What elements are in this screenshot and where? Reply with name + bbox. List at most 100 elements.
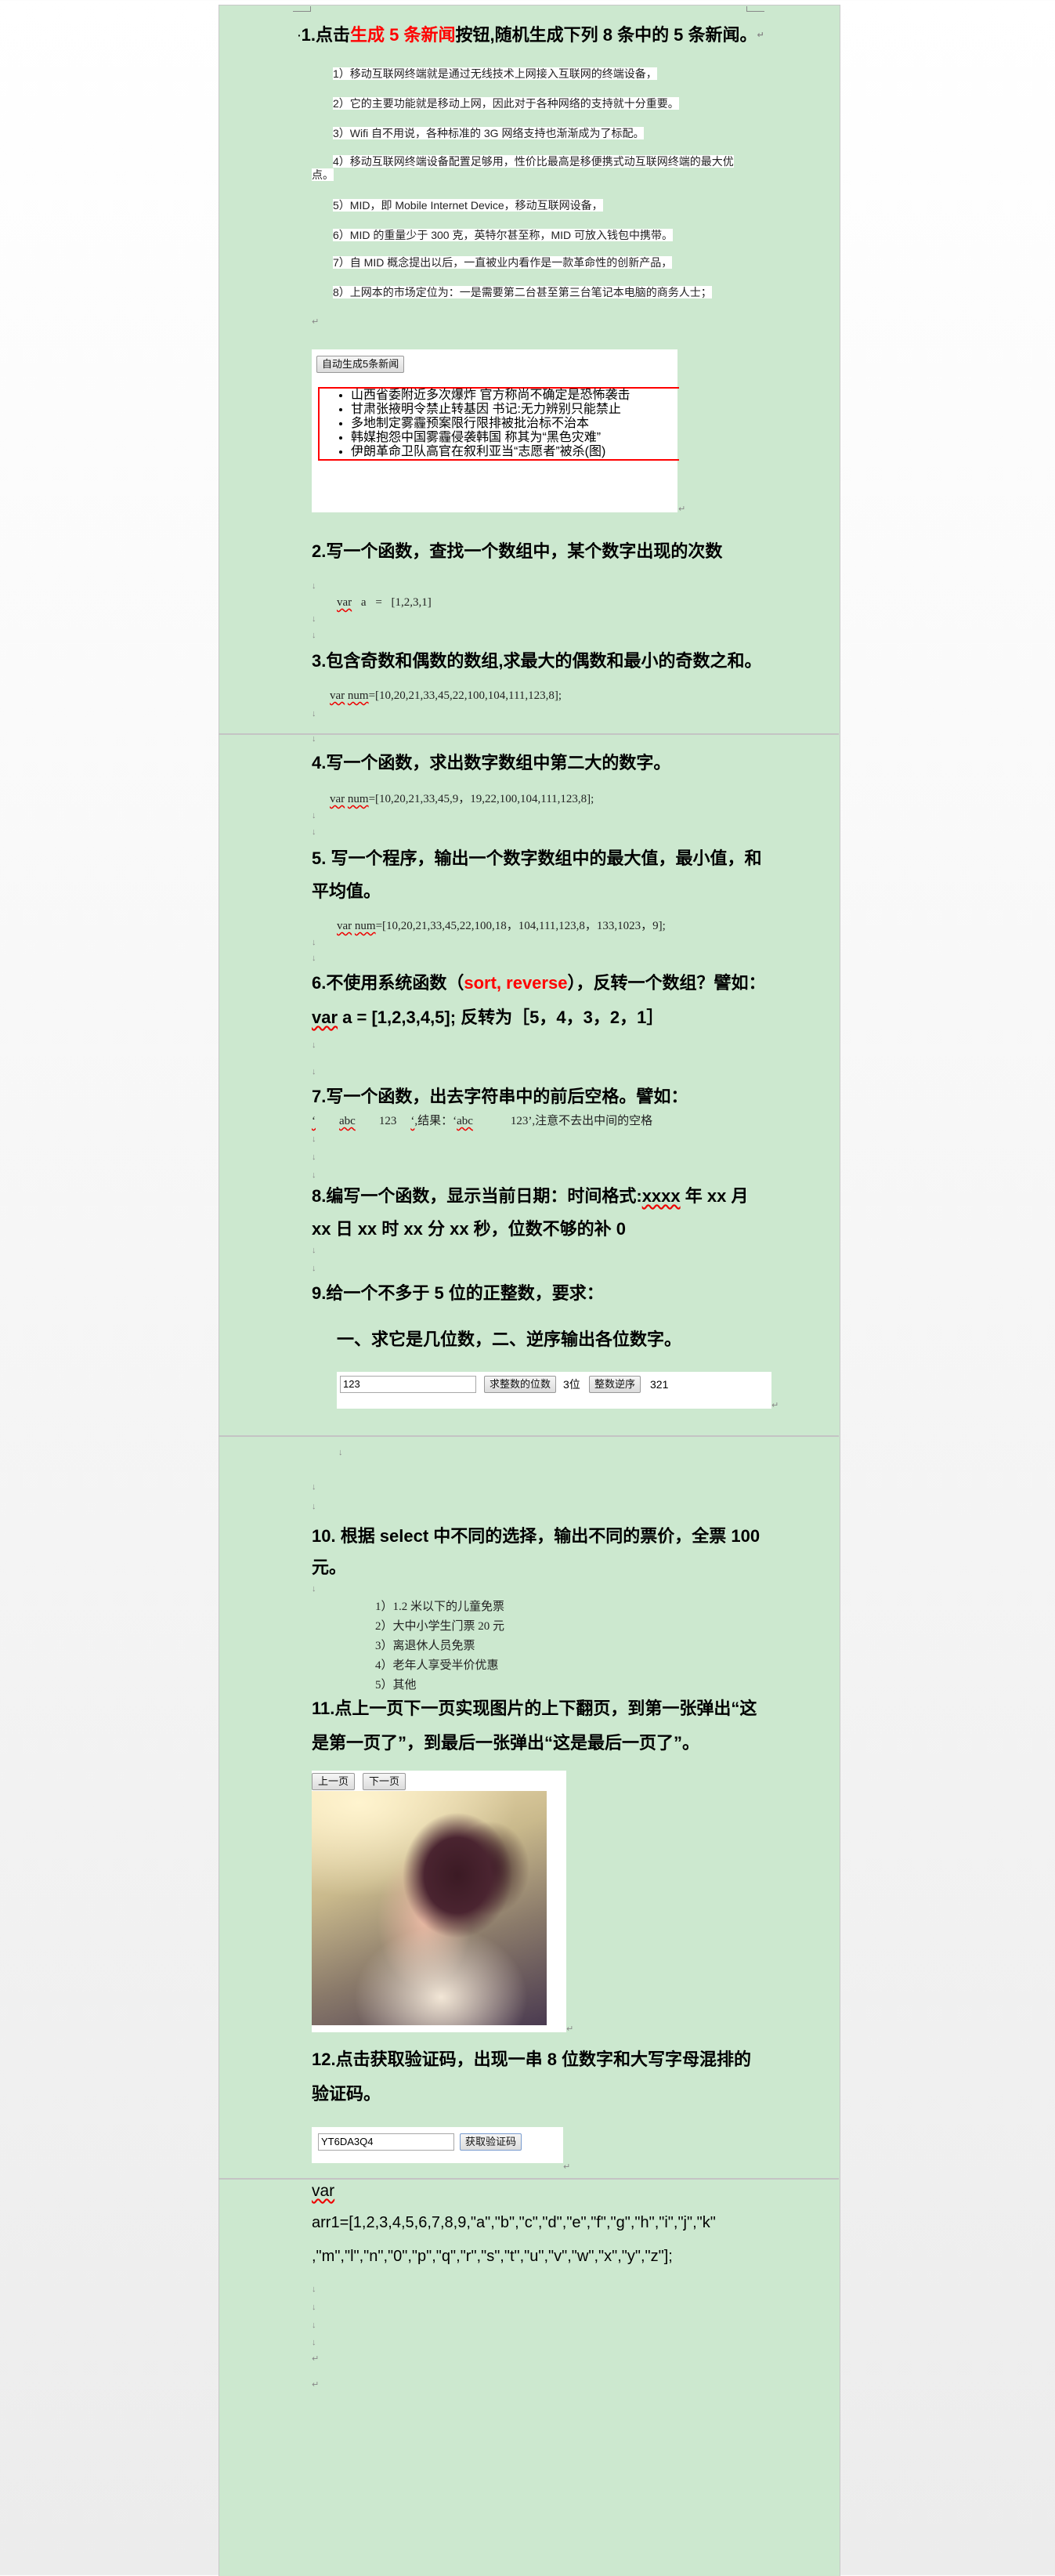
question-5-title: 5. 写一个程序，输出一个数字数组中的最大值，最小值，和 [312,848,762,868]
line-break-icon [312,1502,316,1511]
next-page-button[interactable]: 下一页 [363,1773,406,1790]
page-break [219,2178,839,2180]
captcha-input[interactable]: YT6DA3Q4 [318,2133,454,2151]
paragraph-mark-icon [678,505,685,514]
question-6-title: 6.不使用系统函数（sort, reverse），反转一个数组？譬如： [312,973,766,993]
line-break-icon [312,2338,316,2347]
ticket-option: 4）老年人享受半价优惠 [375,1659,499,1672]
paragraph-mark-icon [757,31,764,40]
question-11-title-line2: 是第一页了”，到最后一张弹出“这是最后一页了”。 [312,1733,700,1753]
integer-input[interactable]: 123 [340,1376,476,1393]
line-break-icon [312,953,316,963]
question-7-title: 7.写一个函数，出去字符串中的前后空格。譬如： [312,1087,688,1106]
paragraph-mark-icon [563,2162,570,2172]
line-break-icon [312,1067,316,1076]
code-line: var num=[10,20,21,33,45,22,100,18，104,11… [337,920,666,932]
code-line: var num=[10,20,21,33,45,9，19,22,100,104,… [330,793,594,805]
example-line: ‘abc 123 ‘,结果：‘abc 123’,注意不去出中间的空格 [312,1115,653,1127]
title-highlight: 生成 5 条新闻 [350,25,456,45]
line-break-icon [312,1584,316,1594]
list-item: 1）移动互联网终端就是通过无线技术上网接入互联网的终端设备， [333,67,657,80]
line-break-icon [312,734,316,743]
code-line: ,"m","l","n","0","p","q","r","s","t","u"… [312,2248,673,2265]
news-item: 甘肃张掖明令禁止转基因 书记:无力辨别只能禁止 [351,403,679,417]
title-text: 1.点击 [301,25,351,45]
list-item: 6）MID 的重量少于 300 克，英特尔甚至称，MID 可放入钱包中携带。 [333,229,674,241]
gallery-photo [312,1791,547,2025]
question-12-title-line2: 验证码。 [312,2084,381,2104]
image-pager-widget: 上一页 下一页 [312,1771,566,2032]
line-break-icon [338,1448,343,1457]
reverse-integer-button[interactable]: 整数逆序 [589,1376,641,1393]
news-list: 山西省委附近多次爆炸 官方称尚不确定是恐怖袭击 甘肃张掖明令禁止转基因 书记:无… [318,387,679,461]
question-4-title: 4.写一个函数，求出数字数组中第二大的数字。 [312,753,671,772]
line-break-icon [312,1482,316,1492]
paragraph-mark-icon [771,1401,779,1410]
page-break [219,1435,839,1437]
line-break-icon [312,1152,316,1162]
ticket-option: 5）其他 [375,1679,417,1691]
line-break-icon [312,1246,316,1255]
reverse-result: 321 [650,1378,669,1391]
paragraph-mark-icon [312,2380,319,2390]
question-10-title: 10. 根据 select 中不同的选择，输出不同的票价，全票 100 [312,1526,761,1546]
ticket-option: 3）离退休人员免票 [375,1640,475,1652]
line-break-icon [312,938,316,947]
question-11-title: 11.点上一页下一页实现图片的上下翻页，到第一张弹出“这 [312,1699,757,1718]
margin-corner-mark [746,6,764,12]
question-2-title: 2.写一个函数，查找一个数组中，某个数字出现的次数 [312,541,723,561]
line-break-icon [312,709,316,718]
question-1-title: ·1.点击生成 5 条新闻按钮,随机生成下列 8 条中的 5 条新闻。 [298,25,764,45]
line-break-icon [312,2285,316,2294]
line-break-icon [312,2321,316,2330]
code-line: arr1=[1,2,3,4,5,6,7,8,9,"a","b","c","d",… [312,2214,716,2231]
question-3-title: 3.包含奇数和偶数的数组,求最大的偶数和最小的奇数之和。 [312,651,762,671]
paragraph-mark-icon [312,2354,319,2364]
line-break-icon [312,1264,316,1273]
line-break-icon [312,614,316,624]
count-digits-button[interactable]: 求整数的位数 [484,1376,557,1393]
line-break-icon [312,2303,316,2312]
question-8-title-line2: xx 日 xx 时 xx 分 xx 秒，位数不够的补 0 [312,1219,627,1239]
list-item: 8）上网本的市场定位为：一是需要第二台甚至第三台笔记本电脑的商务人士； [333,286,712,298]
digits-result: 3位 [563,1378,580,1391]
list-item: 5）MID，即 Mobile Internet Device，移动互联网设备， [333,199,603,212]
list-item-continuation: 点。 [312,168,334,181]
list-item: 4）移动互联网终端设备配置足够用，性价比最高是移便携式动互联网终端的最大优 [333,155,734,168]
list-item: 7）自 MID 概念提出以后，一直被业内看作是一款革命性的创新产品， [333,256,673,269]
news-item: 山西省委附近多次爆炸 官方称尚不确定是恐怖袭击 [351,389,679,403]
question-9-subtitle: 一、求它是几位数，二、逆序输出各位数字。 [337,1330,682,1349]
news-widget: 自动生成5条新闻 山西省委附近多次爆炸 官方称尚不确定是恐怖袭击 甘肃张掖明令禁… [312,349,679,512]
question-12-title: 12.点击获取验证码，出现一串 8 位数字和大写字母混排的 [312,2050,752,2069]
margin-corner-mark [293,6,311,12]
question-10-title-line2: 元。 [312,1558,347,1577]
question-8-title: 8.编写一个函数，显示当前日期：时间格式:xxxx 年 xx 月 [312,1186,749,1206]
integer-widget: 123 求整数的位数 3位 整数逆序 321 [337,1372,771,1409]
news-item: 多地制定雾霾预案限行限排被批治标不治本 [351,417,679,431]
title-text: 按钮,随机生成下列 8 条中的 5 条新闻。 [455,25,757,45]
previous-page-button[interactable]: 上一页 [312,1773,356,1790]
question-6-example: var a = [1,2,3,4,5]; 反转为［5，4，3，2，1］ [312,1008,664,1027]
line-break-icon [312,1040,316,1050]
question-5-title-line2: 平均值。 [312,881,381,901]
line-break-icon [312,1134,316,1144]
ticket-option: 1）1.2 米以下的儿童免票 [375,1601,505,1613]
line-break-icon [312,581,316,591]
code-line: var a = [1,2,3,1] [337,596,432,609]
code-keyword: var [312,2182,335,2200]
captcha-widget: YT6DA3Q4 获取验证码 [312,2127,563,2163]
generate-news-button[interactable]: 自动生成5条新闻 [316,356,405,373]
code-line: var num=[10,20,21,33,45,22,100,104,111,1… [330,689,562,702]
line-break-icon [312,827,316,837]
paragraph-mark-icon [312,317,319,327]
list-item: 3）Wifi 自不用说，各种标准的 3G 网络支持也渐渐成为了标配。 [333,127,645,139]
question-9-title: 9.给一个不多于 5 位的正整数，要求： [312,1283,604,1303]
ticket-option: 2）大中小学生门票 20 元 [375,1620,505,1633]
paragraph-mark-icon [566,2024,573,2034]
news-item: 韩媒抱怨中国雾霾侵袭韩国 称其为“黑色灾难” [351,431,679,445]
line-break-icon [312,1170,316,1180]
news-item: 伊朗革命卫队高官在叙利亚当“志愿者”被杀(图) [351,445,679,459]
get-captcha-button[interactable]: 获取验证码 [460,2133,522,2151]
line-break-icon [312,811,316,820]
list-item: 2）它的主要功能就是移动上网，因此对于各种网络的支持就十分重要。 [333,97,679,110]
